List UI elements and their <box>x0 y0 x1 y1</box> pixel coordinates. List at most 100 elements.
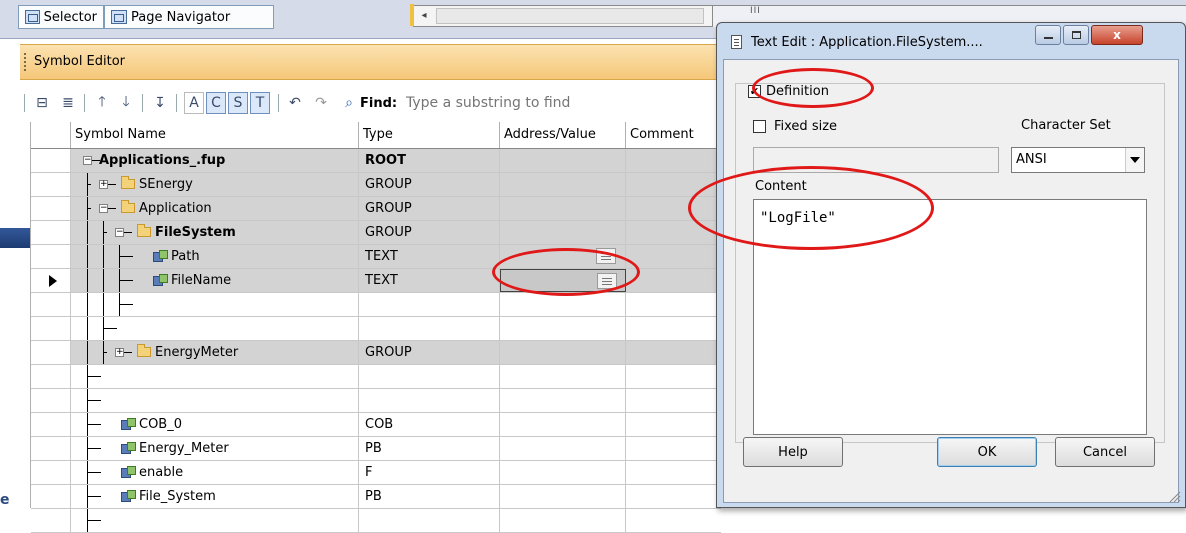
comment-cell[interactable] <box>626 413 721 436</box>
row-header[interactable] <box>31 341 71 364</box>
column-comment[interactable]: Comment <box>626 122 721 148</box>
symbol-name-cell[interactable]: enable <box>71 461 359 484</box>
filter-a-button[interactable]: A <box>184 92 204 114</box>
row-header[interactable] <box>31 413 71 436</box>
address-value-cell[interactable] <box>500 461 626 484</box>
table-row[interactable] <box>31 509 721 533</box>
comment-cell[interactable] <box>626 317 721 340</box>
symbol-name-cell[interactable]: SEnergy + <box>71 173 359 196</box>
expand-icon[interactable]: + <box>115 348 124 357</box>
comment-cell[interactable] <box>626 437 721 460</box>
table-row[interactable] <box>31 293 721 317</box>
row-header[interactable] <box>31 149 71 172</box>
table-row[interactable]: File_System PB <box>31 485 721 509</box>
column-type[interactable]: Type <box>359 122 500 148</box>
symbol-name-cell[interactable] <box>71 509 359 532</box>
symbol-name-cell[interactable]: Energy_Meter <box>71 437 359 460</box>
symbol-name-cell[interactable]: FileSystem − <box>71 221 359 244</box>
row-header[interactable] <box>31 269 71 292</box>
symbol-name-cell[interactable] <box>71 317 359 340</box>
address-value-cell[interactable] <box>500 221 626 244</box>
tab-selector[interactable]: Selector <box>18 5 104 29</box>
comment-cell[interactable] <box>626 509 721 532</box>
address-value-cell[interactable] <box>500 149 626 172</box>
type-cell[interactable]: PB <box>359 485 500 508</box>
row-header[interactable] <box>31 173 71 196</box>
row-header[interactable] <box>31 317 71 340</box>
row-header[interactable] <box>31 437 71 460</box>
fixed-size-checkbox[interactable] <box>753 120 766 133</box>
minimize-button[interactable] <box>1035 25 1061 45</box>
row-header[interactable] <box>31 485 71 508</box>
collapse-icon[interactable]: − <box>115 228 124 237</box>
table-row[interactable]: enable F <box>31 461 721 485</box>
column-symbol-name[interactable]: Symbol Name <box>71 122 359 148</box>
scroll-left-arrow-icon[interactable]: ◂ <box>416 8 432 24</box>
symbol-name-cell[interactable] <box>71 365 359 388</box>
maximize-button[interactable] <box>1063 25 1089 45</box>
chevron-down-icon[interactable] <box>1125 148 1144 172</box>
cancel-button[interactable]: Cancel <box>1055 437 1155 467</box>
symbol-name-cell[interactable]: Applications_.fup − <box>71 149 359 172</box>
find-input[interactable] <box>402 92 720 114</box>
type-cell[interactable]: GROUP <box>359 173 500 196</box>
type-cell[interactable] <box>359 293 500 316</box>
type-cell[interactable]: TEXT <box>359 245 500 268</box>
type-cell[interactable]: COB <box>359 413 500 436</box>
filter-c-button[interactable]: C <box>206 92 226 114</box>
type-cell[interactable] <box>359 365 500 388</box>
symbol-name-cell[interactable]: Path <box>71 245 359 268</box>
row-header[interactable] <box>31 245 71 268</box>
address-value-cell[interactable] <box>500 485 626 508</box>
symbol-name-cell[interactable]: File_System <box>71 485 359 508</box>
address-value-cell[interactable] <box>500 365 626 388</box>
type-cell[interactable] <box>359 509 500 532</box>
comment-cell[interactable] <box>626 389 721 412</box>
comment-cell[interactable] <box>626 461 721 484</box>
type-cell[interactable] <box>359 317 500 340</box>
type-cell[interactable]: PB <box>359 437 500 460</box>
redo-icon[interactable]: ↷ <box>310 92 332 114</box>
type-cell[interactable]: F <box>359 461 500 484</box>
expand-icon[interactable]: + <box>99 180 108 189</box>
filter-s-button[interactable]: S <box>228 92 248 114</box>
row-header[interactable] <box>31 221 71 244</box>
table-row[interactable]: Energy_Meter PB <box>31 437 721 461</box>
scroll-grip[interactable]: III <box>750 6 761 16</box>
comment-cell[interactable] <box>626 269 721 292</box>
row-header[interactable] <box>31 461 71 484</box>
table-row[interactable]: COB_0 COB <box>31 413 721 437</box>
fixed-size-checkbox-wrap[interactable]: Fixed size <box>753 119 837 134</box>
row-header[interactable] <box>31 365 71 388</box>
comment-cell[interactable] <box>626 245 721 268</box>
undo-icon[interactable]: ↶ <box>284 92 306 114</box>
collapse-icon[interactable]: − <box>83 156 92 165</box>
address-value-cell[interactable] <box>500 509 626 532</box>
address-value-cell[interactable] <box>500 197 626 220</box>
column-address-value[interactable]: Address/Value <box>500 122 626 148</box>
table-row[interactable] <box>31 317 721 341</box>
type-cell[interactable]: TEXT <box>359 269 500 292</box>
scroll-thumb[interactable] <box>436 8 704 24</box>
resize-grip-icon[interactable] <box>1167 489 1181 503</box>
address-value-cell[interactable] <box>500 389 626 412</box>
filter-t-button[interactable]: T <box>250 92 270 114</box>
tab-page-navigator[interactable]: Page Navigator <box>104 5 274 29</box>
close-button[interactable]: x <box>1091 25 1143 45</box>
help-button[interactable]: Help <box>743 437 843 467</box>
address-value-cell[interactable] <box>500 293 626 316</box>
comment-cell[interactable] <box>626 341 721 364</box>
comment-cell[interactable] <box>626 365 721 388</box>
address-value-cell[interactable] <box>500 173 626 196</box>
row-header[interactable] <box>31 197 71 220</box>
symbol-name-cell[interactable]: COB_0 <box>71 413 359 436</box>
symbol-name-cell[interactable]: EnergyMeter + <box>71 341 359 364</box>
type-cell[interactable]: ROOT <box>359 149 500 172</box>
expand-tree-icon[interactable]: ⊟ <box>32 92 52 114</box>
table-row[interactable] <box>31 389 721 413</box>
comment-cell[interactable] <box>626 485 721 508</box>
symbol-name-cell[interactable]: FileName <box>71 269 359 292</box>
list-view-icon[interactable]: ≣ <box>58 92 78 114</box>
table-row[interactable]: EnergyMeter + GROUP <box>31 341 721 365</box>
symbol-name-cell[interactable]: Application − <box>71 197 359 220</box>
